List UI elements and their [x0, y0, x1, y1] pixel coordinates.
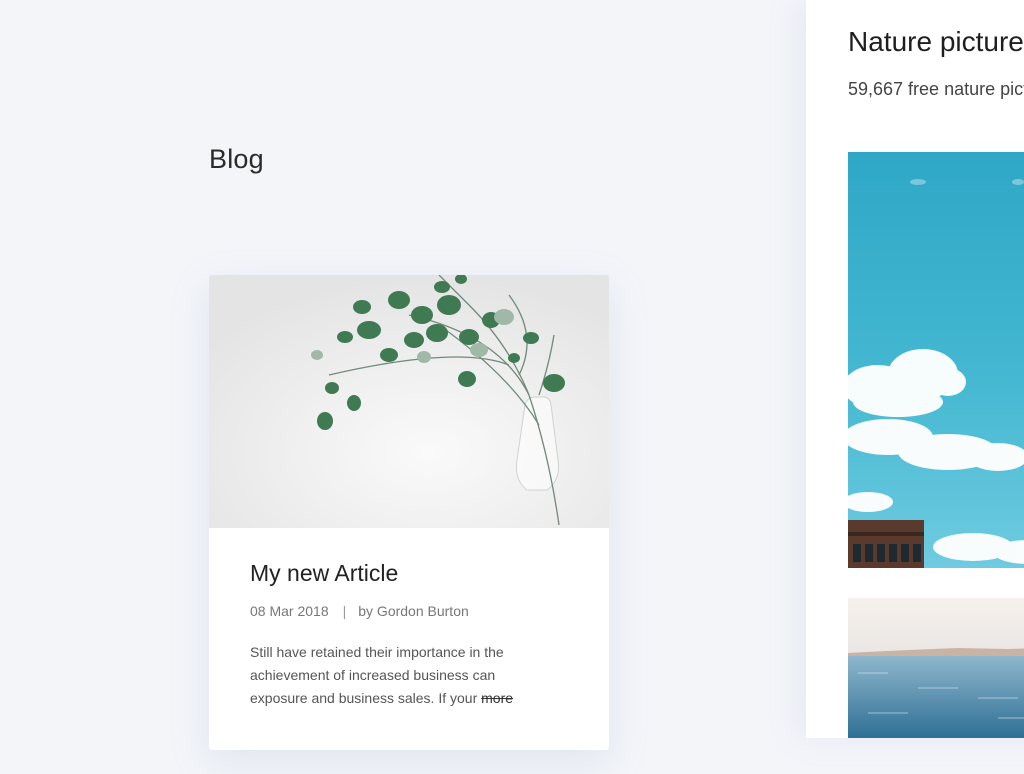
article-title[interactable]: My new Article	[250, 560, 569, 587]
sky-photo-graphic	[848, 152, 1024, 568]
sky-clouds-building-photo[interactable]	[848, 152, 1024, 568]
nature-pictures-panel: Nature pictures 59,667 free nature pictu…	[806, 0, 1024, 738]
article-date: 08 Mar 2018	[250, 603, 329, 619]
panel-title: Nature pictures	[848, 26, 1024, 57]
article-author: by Gordon Burton	[358, 603, 469, 619]
sea-shoreline-photo[interactable]	[848, 598, 1024, 738]
article-excerpt-text: Still have retained their importance in …	[250, 644, 504, 706]
panel-subtitle: 59,667 free nature pictures	[848, 79, 1024, 99]
eucalyptus-illustration	[209, 275, 609, 528]
article-excerpt: Still have retained their importance in …	[250, 641, 540, 710]
article-meta: 08 Mar 2018 | by Gordon Burton	[250, 603, 569, 619]
sea-photo-graphic	[848, 598, 1024, 738]
article-image[interactable]	[209, 275, 609, 528]
article-card[interactable]: My new Article 08 Mar 2018 | by Gordon Bur…	[209, 275, 609, 750]
blog-heading: Blog	[209, 144, 264, 174]
page-canvas: Blog My new Article 08 Mar 2018 | by Gor…	[0, 0, 1024, 774]
article-card-body: My new Article 08 Mar 2018 | by Gordon Bur…	[209, 528, 609, 710]
read-more-link[interactable]: more	[481, 690, 513, 706]
meta-separator: |	[342, 603, 347, 619]
